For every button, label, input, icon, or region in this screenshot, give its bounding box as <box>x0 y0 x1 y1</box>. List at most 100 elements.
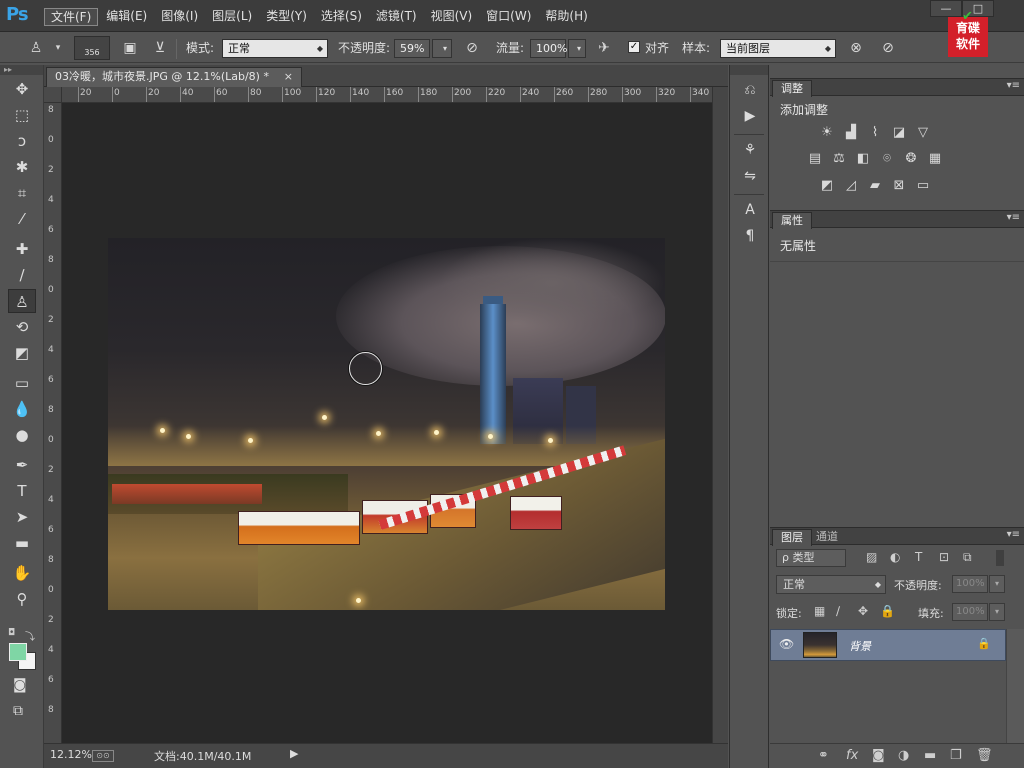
flow-dropdown[interactable]: ▾ <box>568 39 586 58</box>
invert-icon[interactable]: ◩ <box>818 178 836 194</box>
new-layer-icon[interactable]: ❐ <box>950 748 962 763</box>
aligned-checkbox[interactable]: ✓ <box>628 41 640 53</box>
magic-wand-tool[interactable]: ✱ <box>8 155 36 179</box>
brush-panel-icon[interactable]: ⚘ <box>738 139 762 161</box>
document-canvas[interactable] <box>108 238 665 610</box>
opacity-input[interactable]: 59% <box>394 39 430 58</box>
vibrance-icon[interactable]: ▽ <box>914 125 932 141</box>
move-tool[interactable]: ✥ <box>8 77 36 101</box>
filter-smart-object-icon[interactable]: ⧉ <box>963 550 972 565</box>
toggle-clone-source-icon[interactable]: ⊻ <box>150 38 170 58</box>
airbrush-icon[interactable]: ✈ <box>594 38 614 58</box>
filter-shape-icon[interactable]: ⊡ <box>939 550 949 564</box>
hue-saturation-icon[interactable]: ▤ <box>806 151 824 167</box>
zoom-tool[interactable]: ⚲ <box>8 587 36 611</box>
curves-icon[interactable]: ⌇ <box>866 125 884 141</box>
delete-layer-icon[interactable]: 🗑 <box>976 748 993 763</box>
clone-source-panel-icon[interactable]: ⇋ <box>738 165 762 187</box>
photo-filter-icon[interactable]: ⌾ <box>878 151 896 167</box>
history-panel-icon[interactable]: ⎌ <box>738 79 762 101</box>
menu-select[interactable]: 选择(S) <box>315 8 368 26</box>
toolbox-header[interactable]: ▸▸ <box>0 65 43 75</box>
chevron-down-icon[interactable]: ▾ <box>989 575 1005 593</box>
threshold-icon[interactable]: ▰ <box>866 178 884 194</box>
brightness-icon[interactable]: ☀ <box>818 125 836 141</box>
tab-layers[interactable]: 图层 <box>772 529 812 546</box>
pressure-size-icon[interactable]: ⊘ <box>878 38 898 58</box>
ruler-corner[interactable] <box>44 87 62 103</box>
menu-layer[interactable]: 图层(L) <box>206 8 258 26</box>
horizontal-ruler[interactable]: 20 0 20 40 60 80 100 120 140 160 180 200 220 240 260 28… <box>62 87 712 103</box>
zoom-level[interactable]: 12.12% <box>50 748 92 761</box>
posterize-icon[interactable]: ◿ <box>842 178 860 194</box>
brush-tool[interactable]: ∕ <box>8 263 36 287</box>
menu-file[interactable]: 文件(F) <box>44 8 99 26</box>
black-white-icon[interactable]: ◧ <box>854 151 872 167</box>
clone-stamp-preset-icon[interactable]: ♙ <box>26 38 46 58</box>
panel-menu-icon[interactable]: ▾≡ <box>1007 80 1020 91</box>
link-layers-icon[interactable]: ⚭ <box>818 748 829 763</box>
crop-tool[interactable]: ⌗ <box>8 181 36 205</box>
flow-input[interactable]: 100% <box>530 39 567 58</box>
filter-type-icon[interactable]: T <box>915 550 922 564</box>
menu-edit[interactable]: 编辑(E) <box>100 8 153 26</box>
quick-mask-icon[interactable]: ◙ <box>13 677 27 693</box>
brush-size-picker[interactable]: 356 <box>74 36 110 60</box>
eraser-tool[interactable]: ◩ <box>8 341 36 365</box>
opacity-dropdown[interactable]: ▾ <box>432 39 452 58</box>
vertical-scrollbar[interactable] <box>712 87 728 743</box>
clone-stamp-tool[interactable]: ♙ <box>8 289 36 313</box>
lock-pixels-icon[interactable]: ∕ <box>836 604 840 618</box>
tab-adjustments[interactable]: 调整 <box>772 80 812 97</box>
paragraph-panel-icon[interactable]: ¶ <box>738 225 762 247</box>
filter-pixel-icon[interactable]: ▨ <box>866 550 877 564</box>
channel-mixer-icon[interactable]: ❂ <box>902 151 920 167</box>
filter-toggle[interactable] <box>996 550 1004 566</box>
canvas-workspace[interactable] <box>62 103 712 743</box>
pen-tool[interactable]: ✒ <box>8 453 36 477</box>
layer-style-icon[interactable]: fx <box>846 748 858 763</box>
mode-dropdown[interactable]: 正常 ◆ <box>222 39 328 58</box>
actions-panel-icon[interactable]: ▶ <box>738 105 762 127</box>
new-group-icon[interactable]: ▬ <box>924 748 936 763</box>
tab-properties[interactable]: 属性 <box>772 212 812 229</box>
path-select-tool[interactable]: ➤ <box>8 505 36 529</box>
menu-filter[interactable]: 滤镜(T) <box>370 8 423 26</box>
toggle-brush-panel-icon[interactable]: ▣ <box>120 38 140 58</box>
default-colors-icon[interactable]: ◘ <box>8 628 15 638</box>
exposure-icon[interactable]: ◪ <box>890 125 908 141</box>
selective-color-icon[interactable]: ⊠ <box>890 178 908 194</box>
shape-tool[interactable]: ▬ <box>8 531 36 555</box>
menu-window[interactable]: 窗口(W) <box>480 8 537 26</box>
close-icon[interactable]: × <box>284 68 293 86</box>
panel-menu-icon[interactable]: ▾≡ <box>1007 212 1020 223</box>
dodge-tool[interactable]: ● <box>8 423 36 447</box>
filter-adjustment-icon[interactable]: ◐ <box>890 550 900 564</box>
swap-colors-icon[interactable]: ⤵ <box>25 628 35 643</box>
lock-all-icon[interactable]: 🔒 <box>880 604 895 618</box>
add-mask-icon[interactable]: ◙ <box>872 748 885 763</box>
healing-tool[interactable]: ✚ <box>8 237 36 261</box>
minimize-button[interactable]: — <box>930 0 962 17</box>
vertical-ruler[interactable]: 8 0 2 4 6 8 0 2 4 6 8 0 2 4 6 8 0 2 4 6 8 <box>44 103 62 743</box>
eyedropper-tool[interactable]: ⁄ <box>8 207 36 231</box>
blend-mode-dropdown[interactable]: 正常 ◆ <box>776 575 886 594</box>
menu-type[interactable]: 类型(Y) <box>260 8 313 26</box>
pressure-opacity-icon[interactable]: ⊘ <box>462 38 482 58</box>
tab-channels[interactable]: 通道 <box>808 529 846 546</box>
lock-position-icon[interactable]: ✥ <box>858 604 868 618</box>
blur-tool[interactable]: 💧 <box>8 397 36 421</box>
foreground-color-swatch[interactable] <box>9 643 27 661</box>
layer-name[interactable]: 背景 <box>849 638 871 654</box>
color-balance-icon[interactable]: ⚖ <box>830 151 848 167</box>
sample-dropdown[interactable]: 当前图层 ◆ <box>720 39 836 58</box>
chevron-down-icon[interactable]: ▾ <box>989 603 1005 621</box>
menu-image[interactable]: 图像(I) <box>155 8 204 26</box>
lasso-tool[interactable]: ↄ <box>8 129 36 153</box>
marquee-tool[interactable]: ⬚ <box>8 103 36 127</box>
panel-menu-icon[interactable]: ▾≡ <box>1007 529 1020 540</box>
status-menu-arrow-icon[interactable]: ▶ <box>290 747 298 760</box>
levels-icon[interactable]: ▟ <box>842 125 860 141</box>
layer-opacity-input[interactable]: 100% <box>952 575 988 593</box>
type-tool[interactable]: T <box>8 479 36 503</box>
